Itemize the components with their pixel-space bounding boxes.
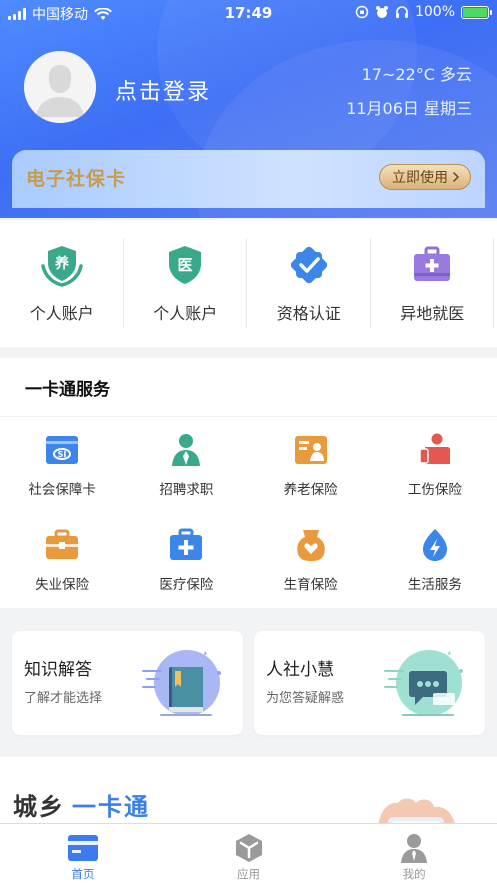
services-title: 一卡通服务 (0, 358, 497, 417)
service-item-unemployment[interactable]: 失业保险 (0, 512, 124, 607)
social-card-title: 电子社保卡 (26, 168, 127, 190)
service-item-social-card[interactable]: SI 社会保障卡 (0, 417, 124, 512)
profile-icon (401, 834, 428, 863)
tab-label: 应用 (237, 867, 260, 881)
quick-item-label: 个人账户 (29, 304, 94, 323)
certified-badge-icon (290, 246, 327, 284)
use-now-button[interactable]: 立即使用 (379, 164, 471, 190)
pension-icon (294, 436, 327, 464)
medical-kit-icon (414, 246, 451, 281)
service-label: 医疗保险 (159, 577, 214, 593)
shield-badge: 养 (54, 255, 70, 272)
apps-cube-icon (235, 834, 262, 862)
alarm-icon (375, 6, 388, 18)
services-section: 一卡通服务 SI 社会保障卡 招聘求职 养老保险 工伤保险 失业保险 医疗保险 … (0, 358, 497, 608)
banner-title-part2: 一卡通 (72, 793, 150, 821)
status-bar: 中国移动 17:49 100% (0, 0, 497, 26)
service-label: 工伤保险 (407, 482, 462, 498)
maternity-icon (296, 530, 325, 561)
tab-home[interactable]: 首页 (0, 824, 166, 883)
card-subtitle: 为您答疑解惑 (266, 691, 345, 706)
quick-item-label: 个人账户 (153, 304, 218, 323)
tab-profile[interactable]: 我的 (331, 824, 497, 883)
rotation-lock-icon (355, 5, 369, 19)
card-title: 知识解答 (24, 660, 92, 680)
battery-icon (461, 5, 492, 19)
service-item-life-service[interactable]: 生活服务 (373, 512, 497, 607)
quick-item-pension-account[interactable]: 养 个人账户 (0, 220, 124, 347)
service-label: 失业保险 (35, 577, 90, 593)
unemployment-icon (46, 529, 79, 559)
work-injury-icon (419, 433, 450, 464)
battery-percent: 100% (414, 4, 455, 20)
card-subtitle: 了解才能选择 (24, 691, 103, 706)
login-link[interactable]: 点击登录 (115, 74, 211, 106)
chevron-right-icon (452, 171, 460, 183)
service-label: 生活服务 (407, 577, 462, 593)
tab-label: 首页 (71, 867, 95, 881)
use-now-label: 立即使用 (392, 170, 448, 186)
hands-card-illustration (378, 798, 455, 823)
avatar[interactable] (24, 51, 96, 123)
knowledge-book-icon (142, 650, 221, 716)
tab-bar: 首页 应用 我的 (0, 823, 497, 883)
header: 中国移动 17:49 100% 点击登录 17~22°C 多云 11月06日 星… (0, 0, 497, 218)
card-title: 人社小慧 (266, 660, 334, 680)
service-label: 养老保险 (283, 482, 338, 498)
divider (493, 238, 494, 328)
life-service-icon (422, 529, 447, 561)
nurture-shield-icon: 养 (41, 246, 83, 287)
social-security-card[interactable]: 电子社保卡 立即使用 (12, 150, 485, 208)
quick-item-label: 异地就医 (400, 304, 465, 323)
assistant-card[interactable]: 人社小慧 为您答疑解惑 (254, 631, 485, 735)
knowledge-card[interactable]: 知识解答 了解才能选择 (12, 631, 243, 735)
headphones-icon (395, 6, 408, 18)
social-security-card-icon: SI (46, 436, 79, 464)
service-label: 招聘求职 (159, 482, 214, 498)
service-item-medical-insurance[interactable]: 医疗保险 (124, 512, 248, 607)
weather-text: 17~22°C 多云 (361, 65, 472, 84)
service-label: 生育保险 (283, 577, 338, 593)
info-cards: 知识解答 了解才能选择 人社小慧 为您答疑解惑 (0, 619, 497, 745)
shield-badge: 医 (178, 256, 193, 274)
default-avatar-icon (24, 51, 96, 123)
recruitment-icon (172, 434, 201, 466)
medical-shield-icon: 医 (169, 246, 202, 284)
svg-text:SI: SI (58, 450, 67, 459)
service-item-pension[interactable]: 养老保险 (249, 417, 373, 512)
service-label: 社会保障卡 (28, 482, 96, 498)
medical-insurance-icon (170, 528, 203, 560)
service-item-maternity[interactable]: 生育保险 (249, 512, 373, 607)
city-card-banner[interactable]: 城乡 一卡通 (0, 757, 497, 823)
service-item-recruitment[interactable]: 招聘求职 (124, 417, 248, 512)
service-item-work-injury[interactable]: 工伤保险 (373, 417, 497, 512)
tab-apps[interactable]: 应用 (166, 824, 332, 883)
quick-item-remote-medical[interactable]: 异地就医 (371, 220, 494, 347)
quick-item-qualification[interactable]: 资格认证 (247, 220, 371, 347)
home-card-icon (67, 835, 98, 861)
quick-item-medical-account[interactable]: 医 个人账户 (124, 220, 247, 347)
banner-title-part1: 城乡 (13, 793, 65, 821)
quick-item-label: 资格认证 (276, 304, 341, 323)
quick-access-row: 养 个人账户 医 个人账户 资格认证 异地就医 (0, 220, 497, 347)
chat-bubble-icon (384, 650, 463, 716)
date-text: 11月06日 星期三 (346, 99, 472, 118)
tab-label: 我的 (402, 867, 426, 881)
